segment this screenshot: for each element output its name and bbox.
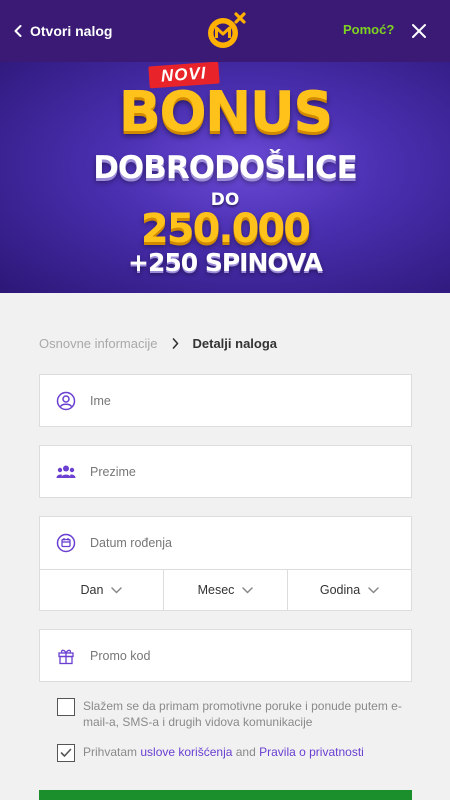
- day-select-label: Dan: [80, 583, 104, 597]
- first-name-field[interactable]: Ime: [39, 374, 412, 427]
- terms-of-use-link[interactable]: uslove korišćenja: [140, 745, 232, 759]
- terms-consent: Prihvatam uslove korišćenja and Pravila …: [57, 744, 364, 762]
- month-select[interactable]: Mesec: [164, 570, 288, 610]
- year-select-label: Godina: [319, 583, 361, 597]
- back-button[interactable]: Otvori nalog: [14, 20, 112, 42]
- banner-subtitle: DOBRODOŠLICE: [93, 150, 358, 186]
- dob-header: Datum rođenja: [40, 517, 411, 570]
- first-name-placeholder: Ime: [90, 393, 111, 408]
- chevron-down-icon: [368, 586, 379, 594]
- terms-prefix: Prihvatam: [83, 745, 141, 759]
- group-icon: [56, 462, 76, 482]
- chevron-left-icon: [14, 25, 22, 37]
- year-select[interactable]: Godina: [288, 570, 411, 610]
- brand-logo: [208, 12, 246, 48]
- banner-title: BONUS: [118, 80, 334, 145]
- dob-selects: Dan Mesec Godina: [40, 570, 411, 610]
- user-circle-icon: [56, 391, 76, 411]
- help-link[interactable]: Pomoć?: [343, 22, 394, 37]
- chevron-down-icon: [242, 586, 254, 594]
- promo-code-field[interactable]: Promo kod: [39, 629, 412, 682]
- banner-amount: 250.000: [140, 206, 311, 252]
- marketing-consent-checkbox[interactable]: [57, 698, 75, 716]
- promo-code-placeholder: Promo kod: [90, 648, 151, 663]
- back-label: Otvori nalog: [30, 23, 113, 39]
- date-of-birth-field: Datum rođenja Dan Mesec Godina: [39, 516, 412, 611]
- terms-consent-text: Prihvatam uslove korišćenja and Pravila …: [83, 744, 364, 760]
- marketing-consent: Slažem se da primam promotivne poruke i …: [57, 698, 407, 730]
- last-name-placeholder: Prezime: [90, 464, 136, 479]
- registration-steps: Osnovne informacije Detalji naloga: [39, 334, 277, 352]
- last-name-field[interactable]: Prezime: [39, 445, 412, 498]
- welcome-bonus-banner: NOVI BONUS DOBRODOŠLICE DO 250.000 +250 …: [0, 62, 450, 293]
- banner-spins: +250 SPINOVA: [128, 248, 323, 277]
- terms-and: and: [232, 745, 260, 759]
- chevron-right-icon: [172, 337, 178, 349]
- close-icon[interactable]: [410, 22, 428, 40]
- checkmark-icon: [60, 748, 72, 757]
- privacy-policy-link[interactable]: Pravila o privatnosti: [259, 745, 364, 759]
- continue-button[interactable]: [39, 790, 412, 800]
- month-select-label: Mesec: [197, 583, 235, 597]
- dob-placeholder: Datum rođenja: [90, 536, 172, 550]
- day-select[interactable]: Dan: [40, 570, 164, 610]
- marketing-consent-text: Slažem se da primam promotivne poruke i …: [83, 699, 402, 729]
- step-basic-info[interactable]: Osnovne informacije: [39, 336, 158, 351]
- gift-icon: [56, 646, 76, 666]
- terms-consent-checkbox[interactable]: [57, 744, 75, 762]
- chevron-down-icon: [111, 586, 123, 594]
- top-bar: Otvori nalog Pomoć?: [0, 0, 450, 62]
- step-account-details: Detalji naloga: [192, 335, 278, 351]
- calendar-icon: [56, 533, 76, 553]
